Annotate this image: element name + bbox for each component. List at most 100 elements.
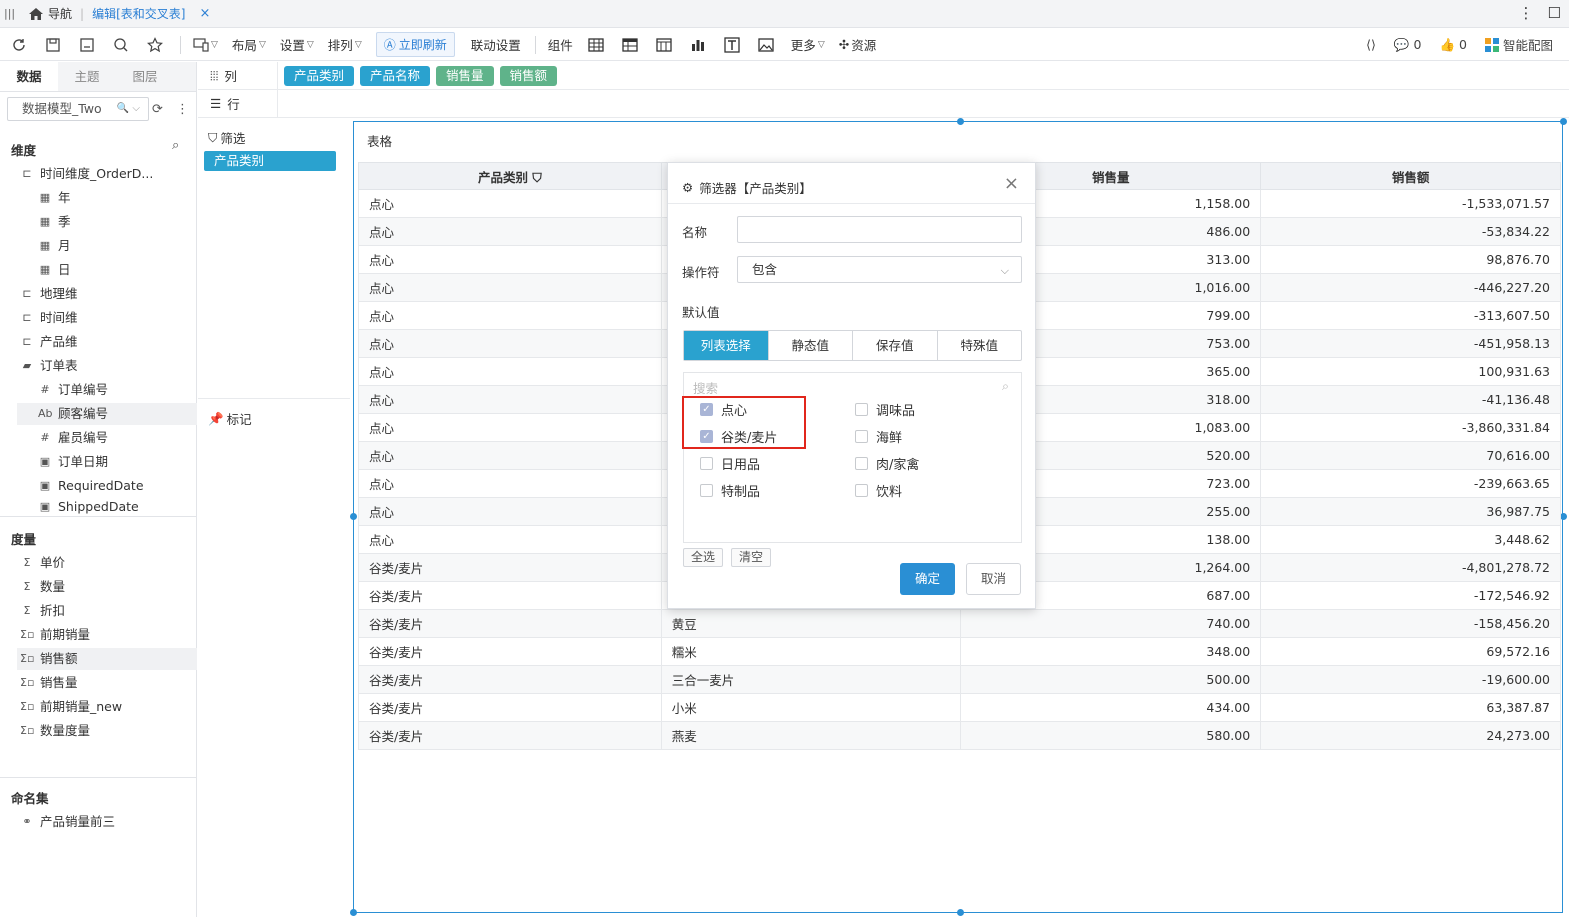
tree-item[interactable]: ⊏ 时间维度_OrderD... <box>20 163 153 185</box>
smart-chart-button[interactable]: 智能配图 <box>1484 35 1553 54</box>
crosstab-icon[interactable] <box>621 36 639 54</box>
tree-item[interactable]: Σ▫ 前期销量_new <box>20 696 122 718</box>
tree-item[interactable]: ▦ 年 <box>38 187 71 209</box>
table-icon[interactable] <box>587 36 605 54</box>
preview-icon[interactable] <box>112 36 130 54</box>
name-input[interactable] <box>737 216 1022 243</box>
option-checkbox[interactable]: 饮料 <box>855 481 902 500</box>
tab-theme[interactable]: 主题 <box>58 62 116 91</box>
tree-item[interactable]: Σ▫ 销售额 <box>17 648 197 670</box>
tab-special-value[interactable]: 特殊值 <box>936 331 1022 360</box>
sort-menu[interactable]: 排列 ▽ <box>328 35 362 54</box>
tree-item[interactable]: Σ▫ 销售量 <box>20 672 78 694</box>
checkbox[interactable] <box>855 430 868 443</box>
tree-item[interactable]: ▣ ShippedDate <box>38 499 139 515</box>
select-all-button[interactable]: 全选 <box>683 548 724 567</box>
table-row[interactable]: 谷类/麦片 三合一麦片 500.00 -19,600.00 <box>358 665 1561 694</box>
layout-menu[interactable]: 布局 ▽ <box>232 35 266 54</box>
close-tab-icon[interactable]: × <box>199 6 210 21</box>
option-checkbox[interactable]: 海鲜 <box>855 427 902 446</box>
checkbox[interactable] <box>855 457 868 470</box>
column-pill[interactable]: 产品名称 <box>360 65 431 86</box>
resize-handle[interactable] <box>350 909 357 916</box>
close-icon[interactable]: × <box>1004 173 1019 194</box>
clear-button[interactable]: 清空 <box>731 548 772 567</box>
cancel-button[interactable]: 取消 <box>966 563 1021 595</box>
tree-item[interactable]: ▣ RequiredDate <box>38 475 144 497</box>
refresh-now-button[interactable]: Ⓐ 立即刷新 <box>375 32 455 57</box>
tree-item[interactable]: ▰ 订单表 <box>20 355 78 377</box>
column-pill[interactable]: 销售量 <box>436 65 494 86</box>
checkbox[interactable] <box>855 484 868 497</box>
link-settings-button[interactable]: 联动设置 <box>471 35 521 54</box>
tree-item[interactable]: # 雇员编号 <box>38 427 108 449</box>
option-checkbox[interactable]: 肉/家禽 <box>855 454 919 473</box>
filter-pill[interactable]: 产品类别 <box>204 151 336 171</box>
maximize-icon[interactable]: ☐ <box>1548 4 1561 22</box>
image-icon[interactable] <box>757 36 775 54</box>
tree-item[interactable]: ▦ 月 <box>38 235 71 257</box>
tab-list-select[interactable]: 列表选择 <box>684 331 768 360</box>
resize-handle[interactable] <box>1560 513 1567 520</box>
reload-icon[interactable]: ⟳ <box>152 102 163 117</box>
tab-saved-value[interactable]: 保存值 <box>852 331 937 360</box>
tab-static-value[interactable]: 静态值 <box>767 331 853 360</box>
tree-item[interactable]: ▦ 日 <box>38 259 71 281</box>
device-select[interactable]: ▽ <box>193 37 218 52</box>
option-checkbox[interactable]: 日用品 <box>700 454 760 473</box>
resource-button[interactable]: ✣ 资源 <box>839 35 877 54</box>
operator-select[interactable]: 包含 ⌵ <box>737 256 1022 283</box>
text-box-icon[interactable] <box>723 36 741 54</box>
tree-item[interactable]: Σ▫ 前期销量 <box>20 624 90 646</box>
nav-home[interactable]: 导航 <box>28 5 72 22</box>
resize-handle[interactable] <box>957 909 964 916</box>
table-row[interactable]: 谷类/麦片 黄豆 740.00 -158,456.20 <box>358 609 1561 638</box>
bar-chart-icon[interactable] <box>689 36 707 54</box>
more-vertical-icon[interactable]: ⋮ <box>176 102 189 117</box>
settings-menu[interactable]: 设置 ▽ <box>280 35 314 54</box>
more-vertical-icon[interactable]: ⋮ <box>1519 4 1534 22</box>
filter-icon[interactable]: ⛉ <box>532 170 541 185</box>
resize-handle[interactable] <box>350 513 357 520</box>
more-menu[interactable]: 更多 ▽ <box>791 35 825 54</box>
save-as-icon[interactable] <box>78 36 96 54</box>
tab-layers[interactable]: 图层 <box>116 62 174 91</box>
tree-item[interactable]: Σ▫ 数量度量 <box>20 720 90 742</box>
column-header[interactable]: 产品类别 ⛉ <box>358 162 662 190</box>
tree-item[interactable]: ▦ 季 <box>38 211 71 233</box>
checkbox[interactable] <box>700 457 713 470</box>
rows-shelf[interactable]: ☰ 行 <box>198 90 1569 118</box>
tree-item[interactable]: # 订单编号 <box>38 379 108 401</box>
tree-item[interactable]: ⊏ 产品维 <box>20 331 77 353</box>
option-checkbox[interactable]: 特制品 <box>700 481 760 500</box>
comments-button[interactable]: 💬 0 <box>1394 37 1422 53</box>
columns-shelf[interactable]: ⦙⦙⦙ 列 产品类别 产品名称 销售量 销售额 <box>198 62 1569 90</box>
column-header[interactable]: 销售额 <box>1260 162 1561 190</box>
tree-item[interactable]: ⊏ 时间维 <box>20 307 77 329</box>
tree-item[interactable]: ▣ 订单日期 <box>38 451 108 473</box>
tree-item[interactable]: Σ 数量 <box>20 576 66 598</box>
tree-item[interactable]: Ab 顾客编号 <box>17 403 197 425</box>
favorite-star-icon[interactable] <box>146 36 164 54</box>
confirm-button[interactable]: 确定 <box>900 563 955 595</box>
tab-edit-table[interactable]: 编辑[表和交叉表] × <box>92 5 210 22</box>
resize-handle[interactable] <box>1560 118 1567 125</box>
search-icon[interactable]: ⌕ <box>172 138 179 153</box>
share-icon[interactable]: ⟨⟩ <box>1366 37 1376 52</box>
table-row[interactable]: 谷类/麦片 糯米 348.00 69,572.16 <box>358 637 1561 666</box>
column-pill[interactable]: 销售额 <box>499 65 558 86</box>
table-row[interactable]: 谷类/麦片 小米 434.00 63,387.87 <box>358 693 1561 722</box>
tree-item[interactable]: Σ 单价 <box>20 552 66 574</box>
tab-data[interactable]: 数据 <box>0 62 58 91</box>
tree-item[interactable]: Σ 折扣 <box>20 600 66 622</box>
option-checkbox[interactable]: 调味品 <box>855 400 915 419</box>
refresh-icon[interactable] <box>10 36 28 54</box>
checkbox[interactable] <box>700 484 713 497</box>
tree-item[interactable]: ⊏ 地理维 <box>20 283 77 305</box>
data-model-select[interactable]: 数据模型_Two 🔍 ⌵ <box>7 97 149 121</box>
likes-button[interactable]: 👍 0 <box>1439 37 1467 53</box>
menu-grip-icon[interactable]: ||| <box>4 7 18 20</box>
table-row[interactable]: 谷类/麦片 燕麦 580.00 24,273.00 <box>358 721 1561 750</box>
tree-item[interactable]: ⚭ 产品销量前三 <box>20 811 115 833</box>
search-input[interactable]: 搜索 ⌕ <box>693 378 1013 397</box>
